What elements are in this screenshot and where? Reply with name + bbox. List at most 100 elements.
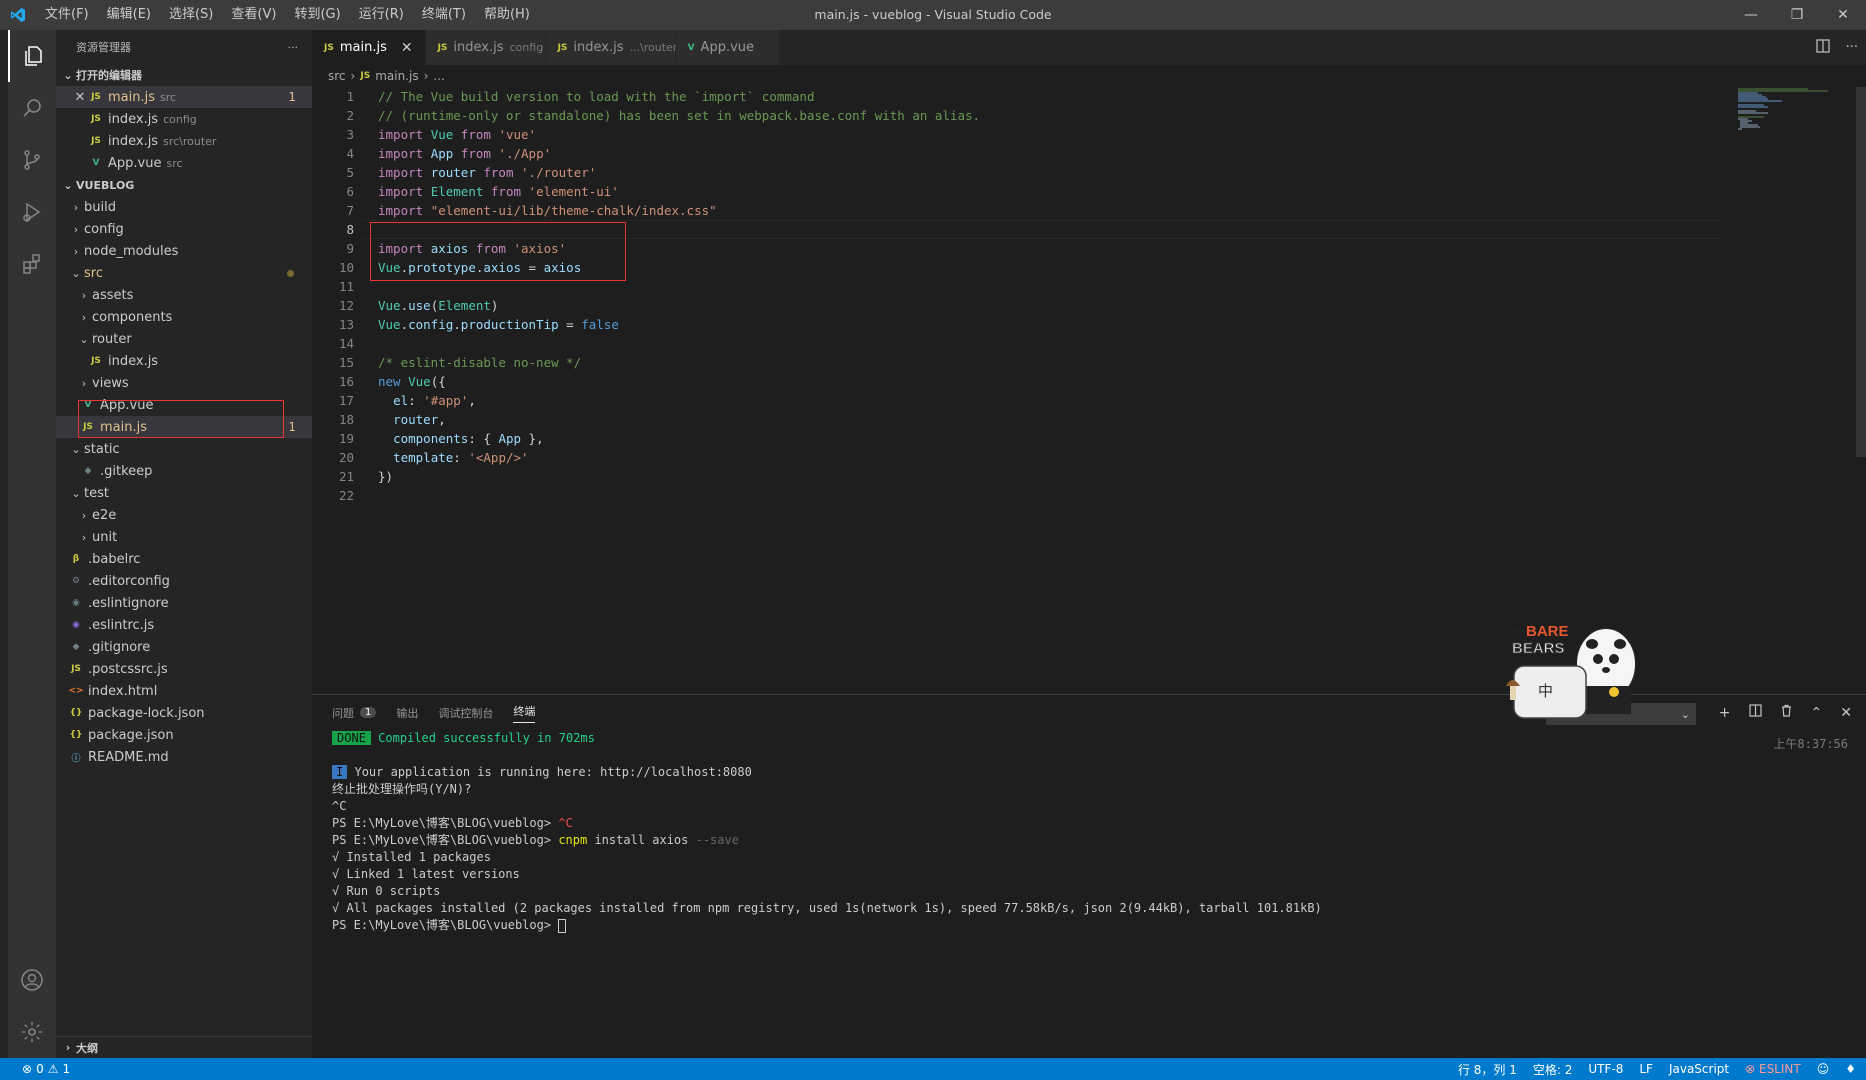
- tree-folder[interactable]: › unit: [56, 526, 312, 548]
- tree-folder[interactable]: ⌄ static: [56, 438, 312, 460]
- tab-debug-console[interactable]: 调试控制台: [438, 705, 493, 721]
- tab-app-vue[interactable]: V App.vue: [675, 30, 780, 65]
- menu-edit[interactable]: 编辑(E): [98, 0, 160, 30]
- split-terminal-icon[interactable]: [1748, 704, 1762, 721]
- editor-scrollbar[interactable]: [1856, 87, 1866, 457]
- tree-file[interactable]: <> index.html: [56, 680, 312, 702]
- code-editor[interactable]: 1 // The Vue build version to load with t…: [312, 87, 1866, 694]
- breadcrumb-folder[interactable]: src: [328, 69, 346, 83]
- close-window-icon[interactable]: ✕: [1820, 0, 1866, 30]
- close-icon[interactable]: ✕: [401, 40, 413, 56]
- tab-problems[interactable]: 问题 1: [332, 705, 377, 721]
- menu-view[interactable]: 查看(V): [222, 0, 285, 30]
- tree-folder[interactable]: ⌄ router: [56, 328, 312, 350]
- source-control-icon[interactable]: [8, 134, 56, 186]
- tree-folder[interactable]: › views: [56, 372, 312, 394]
- tree-file[interactable]: ◉ .eslintignore: [56, 592, 312, 614]
- terminal-output[interactable]: DONE Compiled successfully in 702ms I Yo…: [312, 730, 1866, 934]
- tree-file[interactable]: ◆ .gitkeep: [56, 460, 312, 482]
- open-editor-item[interactable]: JS index.js config: [56, 108, 312, 130]
- new-terminal-icon[interactable]: +: [1719, 705, 1731, 721]
- feedback-icon[interactable]: ☺: [1817, 1062, 1830, 1076]
- indentation[interactable]: 空格: 2: [1533, 1061, 1573, 1078]
- tree-file[interactable]: JS .postcssrc.js: [56, 658, 312, 680]
- tree-file[interactable]: ⓘ README.md: [56, 746, 312, 768]
- settings-gear-icon[interactable]: [8, 1006, 56, 1058]
- close-panel-icon[interactable]: ✕: [1840, 705, 1852, 721]
- problems-status[interactable]: ⊗ 0 ⚠ 1: [0, 1062, 70, 1076]
- open-editor-item[interactable]: V App.vue src: [56, 152, 312, 174]
- menu-selection[interactable]: 选择(S): [160, 0, 222, 30]
- run-debug-icon[interactable]: [8, 186, 56, 238]
- tree-label: main.js: [100, 419, 147, 435]
- breadcrumb-more[interactable]: ...: [433, 69, 444, 83]
- cursor-position[interactable]: 行 8，列 1: [1458, 1061, 1517, 1078]
- tree-folder[interactable]: › assets: [56, 284, 312, 306]
- code-line: 7 import "element-ui/lib/theme-chalk/inde…: [312, 201, 1866, 220]
- project-header[interactable]: ⌄ VUEBLOG: [56, 174, 312, 196]
- more-actions-icon[interactable]: ···: [1846, 40, 1858, 55]
- tree-label: README.md: [88, 749, 169, 765]
- restore-icon[interactable]: ❐: [1774, 0, 1820, 30]
- maximize-panel-icon[interactable]: ⌃: [1811, 705, 1823, 721]
- tree-file[interactable]: JS index.js: [56, 350, 312, 372]
- open-editors-header[interactable]: ⌄ 打开的编辑器: [56, 64, 312, 86]
- tab-label: App.vue: [700, 40, 755, 55]
- open-editor-name: App.vue: [108, 155, 162, 171]
- open-editor-item[interactable]: JS index.js src\router: [56, 130, 312, 152]
- minimize-icon[interactable]: —: [1728, 0, 1774, 30]
- tree-file[interactable]: {} package.json: [56, 724, 312, 746]
- tree-file[interactable]: ◉ .eslintrc.js: [56, 614, 312, 636]
- breadcrumb-file[interactable]: main.js: [375, 69, 418, 83]
- tree-file[interactable]: JS main.js 1: [56, 416, 312, 438]
- tree-file[interactable]: ⚙ .editorconfig: [56, 570, 312, 592]
- line-number: 1: [346, 89, 354, 104]
- minimap[interactable]: [1736, 87, 1856, 147]
- tree-label: App.vue: [100, 397, 154, 413]
- tab-terminal[interactable]: 终端: [513, 703, 536, 723]
- tree-file[interactable]: ◆ .gitignore: [56, 636, 312, 658]
- tree-file[interactable]: {} package-lock.json: [56, 702, 312, 724]
- code-line: 13 Vue.config.productionTip = false: [312, 315, 1866, 334]
- more-actions-icon[interactable]: ···: [288, 41, 299, 54]
- encoding[interactable]: UTF-8: [1588, 1062, 1623, 1076]
- tree-folder[interactable]: › build: [56, 196, 312, 218]
- tree-folder[interactable]: › e2e: [56, 504, 312, 526]
- tab-main-js[interactable]: JS main.js ✕: [312, 30, 426, 65]
- tree-folder[interactable]: ⌄ src: [56, 262, 312, 284]
- menu-help[interactable]: 帮助(H): [475, 0, 539, 30]
- tree-folder[interactable]: › components: [56, 306, 312, 328]
- tree-file[interactable]: β .babelrc: [56, 548, 312, 570]
- tree-folder[interactable]: ⌄ test: [56, 482, 312, 504]
- chevron-down-icon: ⌄: [71, 266, 81, 280]
- menu-go[interactable]: 转到(G): [285, 0, 349, 30]
- tree-file[interactable]: V App.vue: [56, 394, 312, 416]
- account-icon[interactable]: [8, 954, 56, 1006]
- eslint-status[interactable]: ⊗ ESLINT: [1745, 1062, 1801, 1076]
- explorer-icon[interactable]: [8, 30, 56, 82]
- code-line: 14: [312, 334, 1866, 353]
- tab-output[interactable]: 输出: [396, 705, 418, 721]
- end-of-line[interactable]: LF: [1639, 1062, 1653, 1076]
- json-file-icon: {}: [69, 730, 83, 740]
- bear-ime-widget[interactable]: We BARE BEARS 中: [1496, 614, 1646, 729]
- outline-header[interactable]: › 大纲: [56, 1036, 312, 1058]
- close-icon[interactable]: ✕: [72, 90, 88, 105]
- tree-folder[interactable]: › node_modules: [56, 240, 312, 262]
- line-number: 7: [346, 203, 354, 218]
- split-editor-icon[interactable]: [1815, 38, 1830, 57]
- tree-label: .postcssrc.js: [88, 661, 168, 677]
- search-icon[interactable]: [8, 82, 56, 134]
- extensions-icon[interactable]: [8, 238, 56, 290]
- tab-index-config[interactable]: JS index.js config: [425, 30, 546, 65]
- menu-terminal[interactable]: 终端(T): [413, 0, 475, 30]
- menu-file[interactable]: 文件(F): [36, 0, 98, 30]
- tree-folder[interactable]: › config: [56, 218, 312, 240]
- menu-run[interactable]: 运行(R): [350, 0, 413, 30]
- code-text: // The Vue build version to load with th…: [378, 89, 815, 104]
- tab-index-router[interactable]: JS index.js ...\router: [545, 30, 677, 65]
- language-mode[interactable]: JavaScript: [1669, 1062, 1729, 1076]
- trash-icon[interactable]: [1780, 704, 1793, 721]
- notifications-bell-icon[interactable]: ♦: [1845, 1062, 1856, 1076]
- open-editor-item[interactable]: ✕ JS main.js src 1: [56, 86, 312, 108]
